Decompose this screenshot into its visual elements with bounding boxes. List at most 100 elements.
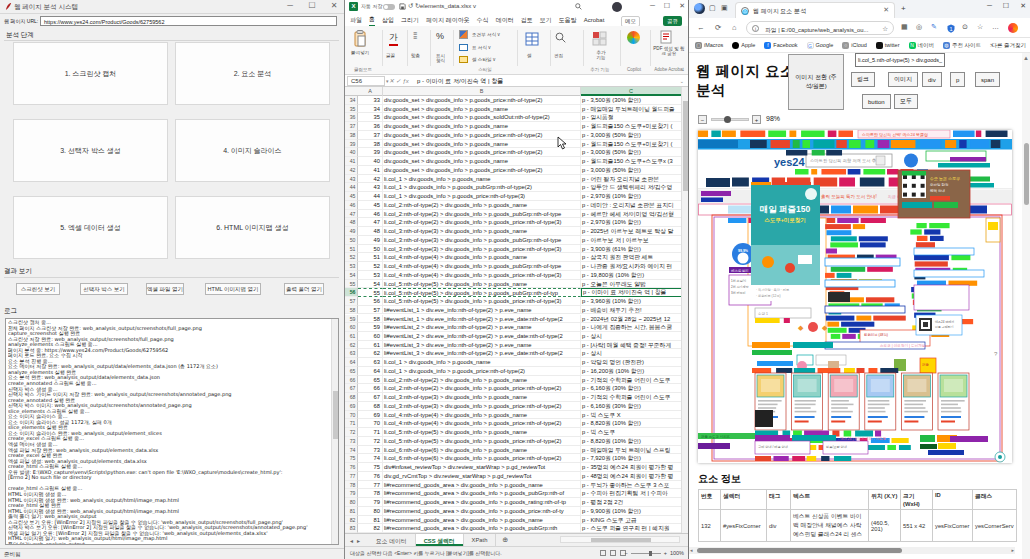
minimize-icon[interactable]: ─ [284,1,296,10]
excel-row-67[interactable]: 6766li.col_2:nth-of-type(2) > div.goods_… [345,384,682,393]
step-button-1[interactable]: 1. 스크린샷 캡처 [13,42,168,105]
excel-row-76[interactable]: 7675div#infoset_reviewTop > div.review_s… [345,463,682,472]
excel-row-79[interactable]: 7978li#recommend_goods_area > div.goods_… [345,489,682,498]
excel-row-61[interactable]: 6160li#eventList_2 > div.eve_info:nth-of… [345,332,682,341]
excel-row-55[interactable]: 5554li.col_5:nth-of-type(5) > div.goods_… [345,280,682,289]
excel-row-50[interactable]: 5049li.col_3:nth-of-type(3) > div.goods_… [345,236,682,245]
excel-row-72[interactable]: 7271li.col_5:nth-of-type(5) > div.goods_… [345,428,682,437]
formula-expand-icon[interactable]: ⌄ [680,78,684,84]
excel-row-58[interactable]: 5857li#eventList_1 > div.eve_info:nth-of… [345,306,682,315]
conditional-format-icon[interactable] [459,30,470,40]
zoom-in-button[interactable]: + [752,115,761,124]
excel-row-81[interactable]: 8180li#recommend_goods_area > div.goods_… [345,507,682,516]
step-button-6[interactable]: 6. HTML 이미지맵 생성 [175,196,330,259]
bookmark-iCloud[interactable]: ○iCloud [842,42,867,49]
excel-row-62[interactable]: 6261li#eventList_3 > div.eve_info:nth-of… [345,341,682,350]
bookmark-twitter[interactable]: twitter [876,42,900,49]
excel-row-44[interactable]: 4443li.col_1 > div.goods_info > p.goods_… [345,183,682,192]
menu-데이터[interactable]: 데이터 [496,16,514,25]
filter-button-모두[interactable]: 모두 [894,94,918,109]
annotated-screenshot[interactable]: 스마트한 당신의 선택! 예스24 북클럽yes24스마트한 당신의 취향 저격… [698,130,1012,463]
page-hscrollbar[interactable]: ◂▸ [689,547,1015,554]
excel-row-82[interactable]: 8281li#recommend_goods_area > div.goods_… [345,516,682,525]
pdf-label[interactable]: PDF 생성 및 링크 공유 [653,46,685,56]
url-input[interactable]: https://www.yes24.com/Product/Goods/6275… [40,16,337,26]
step-button-4[interactable]: 4. 이미지 슬라이스 [175,119,330,182]
close-icon[interactable]: ✕ [328,1,340,10]
excel-hscrollbar[interactable] [560,536,680,543]
page-vscrollbar[interactable]: ▲ [1022,53,1030,559]
maximize-icon[interactable]: ☐ [306,1,318,10]
zoom-slider-track[interactable] [711,118,749,121]
menu-그리기[interactable]: 그리기 [401,16,419,25]
selector-input[interactable]: li.col_5.nth-of-type(5) > div.goods_ [855,53,945,67]
excel-row-37[interactable]: 3736div.goods_set > div.goods_info > p.g… [345,122,682,131]
zoom-slider-thumb[interactable] [724,116,731,123]
sheet-tab-요소 데이터[interactable]: 요소 데이터 [368,534,416,546]
excel-row-47[interactable]: 4746li.col_2:nth-of-type(2) > div.goods_… [345,210,682,219]
excel-row-59[interactable]: 5958li#eventList_1 > div.eve_info:nth-of… [345,315,682,324]
excel-row-66[interactable]: 6665li.col_2:nth-of-type(2) > div.goods_… [345,376,682,385]
edit-pen-icon[interactable]: ✎ [931,23,937,31]
excel-row-80[interactable]: 8079li#recommend_goods_area > div.goods_… [345,498,682,507]
excel-vscrollbar[interactable] [681,87,688,533]
zoom-slider[interactable] [631,553,661,554]
menu-도움말[interactable]: 도움말 [559,16,577,25]
workbook-title[interactable]: elements_data.xlsx v [420,3,476,9]
zoom-in-icon[interactable]: + [664,550,667,556]
step-button-5[interactable]: 5. 엑셀 데이터 생성 [13,196,168,259]
cells-icon[interactable] [525,32,539,46]
refresh-icon[interactable]: ⟳ [715,23,721,32]
excel-row-45[interactable]: 4544li.col_1 > div.goods_info > p.goods_… [345,192,682,201]
menu-검토[interactable]: 검토 [521,16,533,25]
app-titlebar[interactable]: 웹 페이지 분석 시스템 ─ ☐ ✕ [0,0,344,14]
address-pill[interactable]: i 파일 | E:/00_capture/web_analysis_ou... … [746,21,894,35]
back-icon[interactable]: ← [697,23,705,32]
new-tab-icon[interactable]: + [901,4,906,13]
excel-row-42[interactable]: 4241div.goods_set > div.goods_info > p.g… [345,166,682,175]
sheet-nav-arrows[interactable]: ◂▸ [345,534,368,546]
bookmark-네이버[interactable]: N네이버 [909,42,935,49]
zoom-out-icon[interactable]: − [624,550,627,556]
column-headers[interactable]: ABC [345,87,682,96]
excel-row-78[interactable]: 7877li#recommend_goods_area > div.goods_… [345,481,682,490]
filter-button-링크[interactable]: 링크 [851,72,875,87]
undo-icon[interactable]: ↺ [408,2,413,10]
maximize-icon[interactable]: ☐ [664,2,670,10]
excel-row-65[interactable]: 6564li.col_1 > div.goods_info > p.goods_… [345,367,682,376]
excel-titlebar[interactable]: X 자동 저장 ↺ ↻ elements_data.xlsx v ─ ☐ ✕ [345,0,688,14]
bookmark-Google[interactable]: GGoogle [807,42,834,49]
sheet-tab-XPath[interactable]: XPath [464,534,497,546]
extensions-icon[interactable]: ◎ [916,23,922,31]
excel-row-39[interactable]: 3938div.goods_set > div.goods_info > p.g… [345,140,682,149]
excel-row-51[interactable]: 5150li.col_3:nth-of-type(3) > div.goods_… [345,245,682,254]
conditional-format-label[interactable]: 조건부 서식 v [472,32,500,37]
bookmark-Facebook[interactable]: fFacebook [764,42,797,49]
excel-row-70[interactable]: 7069li.col_4:nth-of-type(4) > div.goods_… [345,411,682,420]
excel-row-34[interactable]: 3433div.goods_set > div.goods_info > p.g… [345,96,682,105]
font-label[interactable]: 글꼴 [386,53,395,58]
paste-icon[interactable] [353,30,367,48]
bookmark-iMacros[interactable]: ▢iMacros [695,42,723,49]
sheet-tab-CSS 셀렉터[interactable]: CSS 셀렉터 [416,534,464,546]
menu-수식[interactable]: 수식 [477,16,489,25]
excel-row-64[interactable]: 6463li.col_1 > div.goods_info > p.goods_… [345,358,682,367]
result-button-2[interactable]: 선택자 박스 보기 [80,283,128,295]
menu-Acrobat[interactable]: Acrobat [584,17,605,23]
result-button-4[interactable]: HTML 이미지맵 열기 [205,283,261,295]
result-button-3[interactable]: 엑셀 파일 열기 [146,283,184,295]
search-icon[interactable] [575,3,582,10]
image-toggle-button[interactable]: 이미지 전환 (주석/원본) [788,54,844,110]
excel-row-48[interactable]: 4847li.col_2:nth-of-type(2) > div.goods_… [345,218,682,227]
filter-button-button[interactable]: button [862,94,891,109]
minimize-icon[interactable]: ─ [987,2,992,10]
find-icon[interactable] [555,32,566,43]
tab-close-icon[interactable]: ✕ [883,6,889,14]
menu-홈[interactable]: 홈 [369,15,375,26]
col-header-A[interactable]: A [358,87,383,96]
bookmark-추천 사이트[interactable]: ◍추천 사이트 [943,42,981,49]
excel-row-43[interactable]: 4342li.col_1 > div.goods_info > p.goods_… [345,175,682,184]
tabs-grid-icon[interactable]: ▦ [901,23,908,31]
log-scrollbar[interactable] [331,319,338,544]
result-button-1[interactable]: 스크린샷 보기 [16,283,60,295]
